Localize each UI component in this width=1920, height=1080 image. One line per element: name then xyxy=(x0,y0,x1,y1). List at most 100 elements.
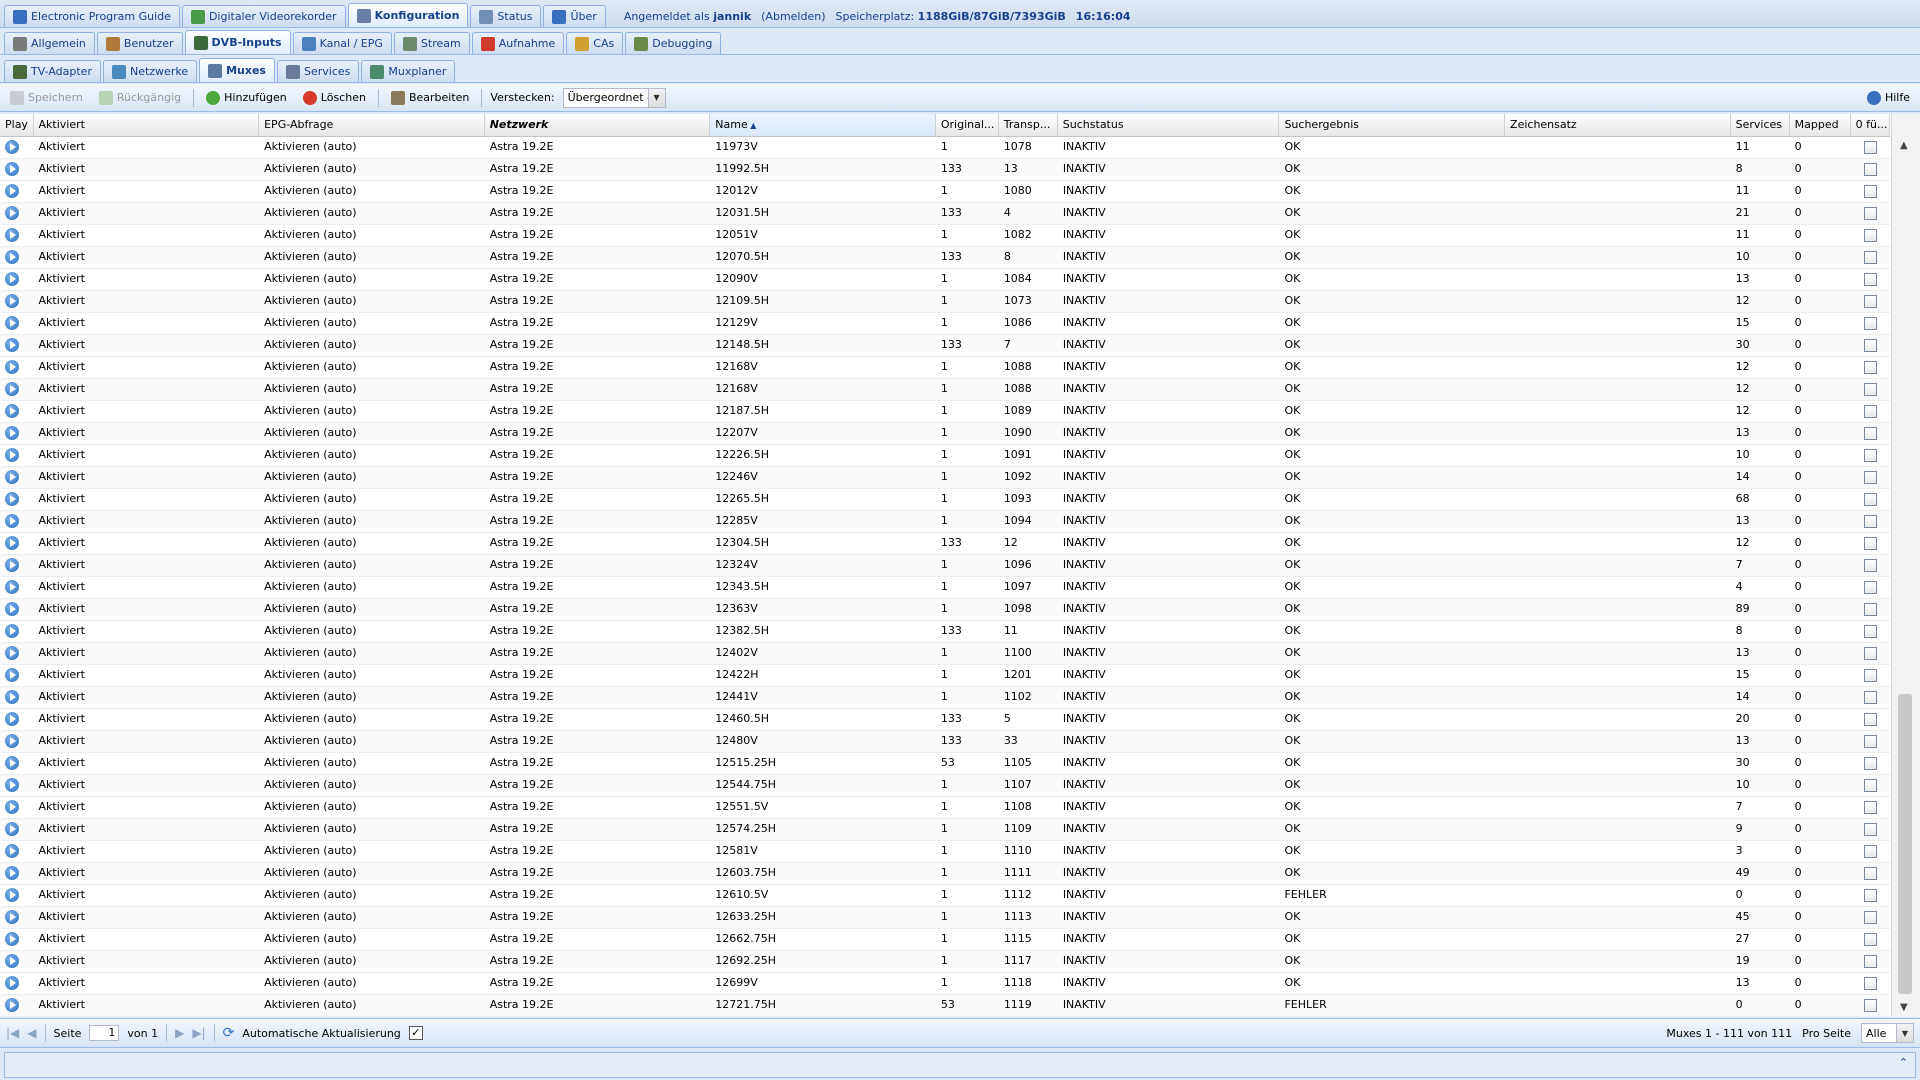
play-icon[interactable] xyxy=(5,954,19,968)
row-checkbox[interactable] xyxy=(1863,162,1877,176)
row-checkbox[interactable] xyxy=(1863,668,1877,682)
row-checkbox[interactable] xyxy=(1863,888,1877,902)
column-header[interactable]: Name ▲ xyxy=(710,114,936,136)
row-checkbox[interactable] xyxy=(1863,646,1877,660)
per-page-select[interactable]: Alle ▼ xyxy=(1861,1023,1914,1043)
page-input[interactable]: 1 xyxy=(89,1025,120,1041)
play-icon[interactable] xyxy=(5,294,19,308)
play-icon[interactable] xyxy=(5,162,19,176)
table-row[interactable]: Aktiviert Aktivieren (auto) Astra 19.2E 122… xyxy=(0,467,1890,489)
tab-epg[interactable]: Electronic Program Guide xyxy=(4,5,180,27)
play-icon[interactable] xyxy=(5,866,19,880)
row-checkbox[interactable] xyxy=(1863,514,1877,528)
play-icon[interactable] xyxy=(5,976,19,990)
table-row[interactable]: Aktiviert Aktivieren (auto) Astra 19.2E 124… xyxy=(0,731,1890,753)
table-row[interactable]: Aktiviert Aktivieren (auto) Astra 19.2E 126… xyxy=(0,885,1890,907)
table-row[interactable]: Aktiviert Aktivieren (auto) Astra 19.2E 125… xyxy=(0,775,1890,797)
table-row[interactable]: Aktiviert Aktivieren (auto) Astra 19.2E 119… xyxy=(0,137,1890,159)
play-icon[interactable] xyxy=(5,668,19,682)
tab-tv-card[interactable]: DVB-Inputs xyxy=(184,30,291,54)
tab-bug[interactable]: Debugging xyxy=(625,32,722,54)
play-icon[interactable] xyxy=(5,184,19,198)
tab-eye[interactable]: Status xyxy=(470,5,542,27)
table-row[interactable]: Aktiviert Aktivieren (auto) Astra 19.2E 124… xyxy=(0,643,1890,665)
column-header[interactable]: Suchstatus xyxy=(1058,114,1280,136)
play-icon[interactable] xyxy=(5,558,19,572)
table-row[interactable]: Aktiviert Aktivieren (auto) Astra 19.2E 125… xyxy=(0,841,1890,863)
help-button[interactable]: Hilfe xyxy=(1863,89,1914,107)
play-icon[interactable] xyxy=(5,910,19,924)
collapse-icon[interactable]: ⌃ xyxy=(1899,1056,1908,1069)
play-icon[interactable] xyxy=(5,514,19,528)
row-checkbox[interactable] xyxy=(1863,470,1877,484)
row-checkbox[interactable] xyxy=(1863,448,1877,462)
row-checkbox[interactable] xyxy=(1863,756,1877,770)
row-checkbox[interactable] xyxy=(1863,558,1877,572)
row-checkbox[interactable] xyxy=(1863,800,1877,814)
row-checkbox[interactable] xyxy=(1863,712,1877,726)
scroll-down-icon[interactable]: ▼ xyxy=(1900,1002,1908,1013)
table-row[interactable]: Aktiviert Aktivieren (auto) Astra 19.2E 122… xyxy=(0,489,1890,511)
table-row[interactable]: Aktiviert Aktivieren (auto) Astra 19.2E 121… xyxy=(0,379,1890,401)
play-icon[interactable] xyxy=(5,734,19,748)
tab-key[interactable]: CAs xyxy=(566,32,624,54)
row-checkbox[interactable] xyxy=(1863,954,1877,968)
table-row[interactable]: Aktiviert Aktivieren (auto) Astra 19.2E 120… xyxy=(0,203,1890,225)
table-row[interactable]: Aktiviert Aktivieren (auto) Astra 19.2E 121… xyxy=(0,291,1890,313)
tab-tools[interactable]: Allgemein xyxy=(4,32,95,54)
play-icon[interactable] xyxy=(5,360,19,374)
tab-scheduler[interactable]: Muxplaner xyxy=(361,60,456,82)
tab-info[interactable]: Über xyxy=(543,5,606,27)
row-checkbox[interactable] xyxy=(1863,734,1877,748)
table-row[interactable]: Aktiviert Aktivieren (auto) Astra 19.2E 121… xyxy=(0,401,1890,423)
table-row[interactable]: Aktiviert Aktivieren (auto) Astra 19.2E 126… xyxy=(0,863,1890,885)
row-checkbox[interactable] xyxy=(1863,184,1877,198)
last-page-icon[interactable]: ▶| xyxy=(192,1026,205,1040)
play-icon[interactable] xyxy=(5,250,19,264)
table-row[interactable]: Aktiviert Aktivieren (auto) Astra 19.2E 122… xyxy=(0,445,1890,467)
play-icon[interactable] xyxy=(5,206,19,220)
vertical-scrollbar[interactable]: ▲ ▼ xyxy=(1891,114,1920,1017)
play-icon[interactable] xyxy=(5,272,19,286)
save-button[interactable]: Speichern xyxy=(6,89,87,107)
prev-page-icon[interactable]: ◀ xyxy=(27,1026,36,1040)
play-icon[interactable] xyxy=(5,316,19,330)
column-header[interactable]: Play xyxy=(0,114,34,136)
row-checkbox[interactable] xyxy=(1863,602,1877,616)
play-icon[interactable] xyxy=(5,998,19,1012)
table-row[interactable]: Aktiviert Aktivieren (auto) Astra 19.2E 123… xyxy=(0,621,1890,643)
table-row[interactable]: Aktiviert Aktivieren (auto) Astra 19.2E 121… xyxy=(0,357,1890,379)
row-checkbox[interactable] xyxy=(1863,844,1877,858)
row-checkbox[interactable] xyxy=(1863,338,1877,352)
column-header[interactable]: Mapped xyxy=(1790,114,1851,136)
table-row[interactable]: Aktiviert Aktivieren (auto) Astra 19.2E 126… xyxy=(0,929,1890,951)
auto-refresh-checkbox[interactable]: ✓ xyxy=(408,1026,423,1040)
table-row[interactable]: Aktiviert Aktivieren (auto) Astra 19.2E 123… xyxy=(0,555,1890,577)
play-icon[interactable] xyxy=(5,844,19,858)
row-checkbox[interactable] xyxy=(1863,206,1877,220)
row-checkbox[interactable] xyxy=(1863,932,1877,946)
row-checkbox[interactable] xyxy=(1863,316,1877,330)
table-row[interactable]: Aktiviert Aktivieren (auto) Astra 19.2E 124… xyxy=(0,665,1890,687)
row-checkbox[interactable] xyxy=(1863,404,1877,418)
column-header[interactable]: Netzwerk xyxy=(485,114,711,136)
edit-button[interactable]: Bearbeiten xyxy=(387,89,473,107)
tab-record[interactable]: Aufnahme xyxy=(471,32,565,54)
table-row[interactable]: Aktiviert Aktivieren (auto) Astra 19.2E 121… xyxy=(0,313,1890,335)
row-checkbox[interactable] xyxy=(1863,272,1877,286)
table-row[interactable]: Aktiviert Aktivieren (auto) Astra 19.2E 126… xyxy=(0,951,1890,973)
table-row[interactable]: Aktiviert Aktivieren (auto) Astra 19.2E 123… xyxy=(0,599,1890,621)
scroll-up-icon[interactable]: ▲ xyxy=(1900,140,1908,151)
tab-channel[interactable]: Kanal / EPG xyxy=(292,32,392,54)
play-icon[interactable] xyxy=(5,492,19,506)
play-icon[interactable] xyxy=(5,580,19,594)
tab-adapter[interactable]: TV-Adapter xyxy=(4,60,101,82)
row-checkbox[interactable] xyxy=(1863,624,1877,638)
column-header[interactable]: Zeichensatz xyxy=(1505,114,1731,136)
table-row[interactable]: Aktiviert Aktivieren (auto) Astra 19.2E 123… xyxy=(0,577,1890,599)
logout-link[interactable]: (Abmelden) xyxy=(761,10,825,23)
table-row[interactable]: Aktiviert Aktivieren (auto) Astra 19.2E 120… xyxy=(0,225,1890,247)
table-row[interactable]: Aktiviert Aktivieren (auto) Astra 19.2E 123… xyxy=(0,533,1890,555)
play-icon[interactable] xyxy=(5,338,19,352)
column-header[interactable]: Transp... xyxy=(999,114,1058,136)
